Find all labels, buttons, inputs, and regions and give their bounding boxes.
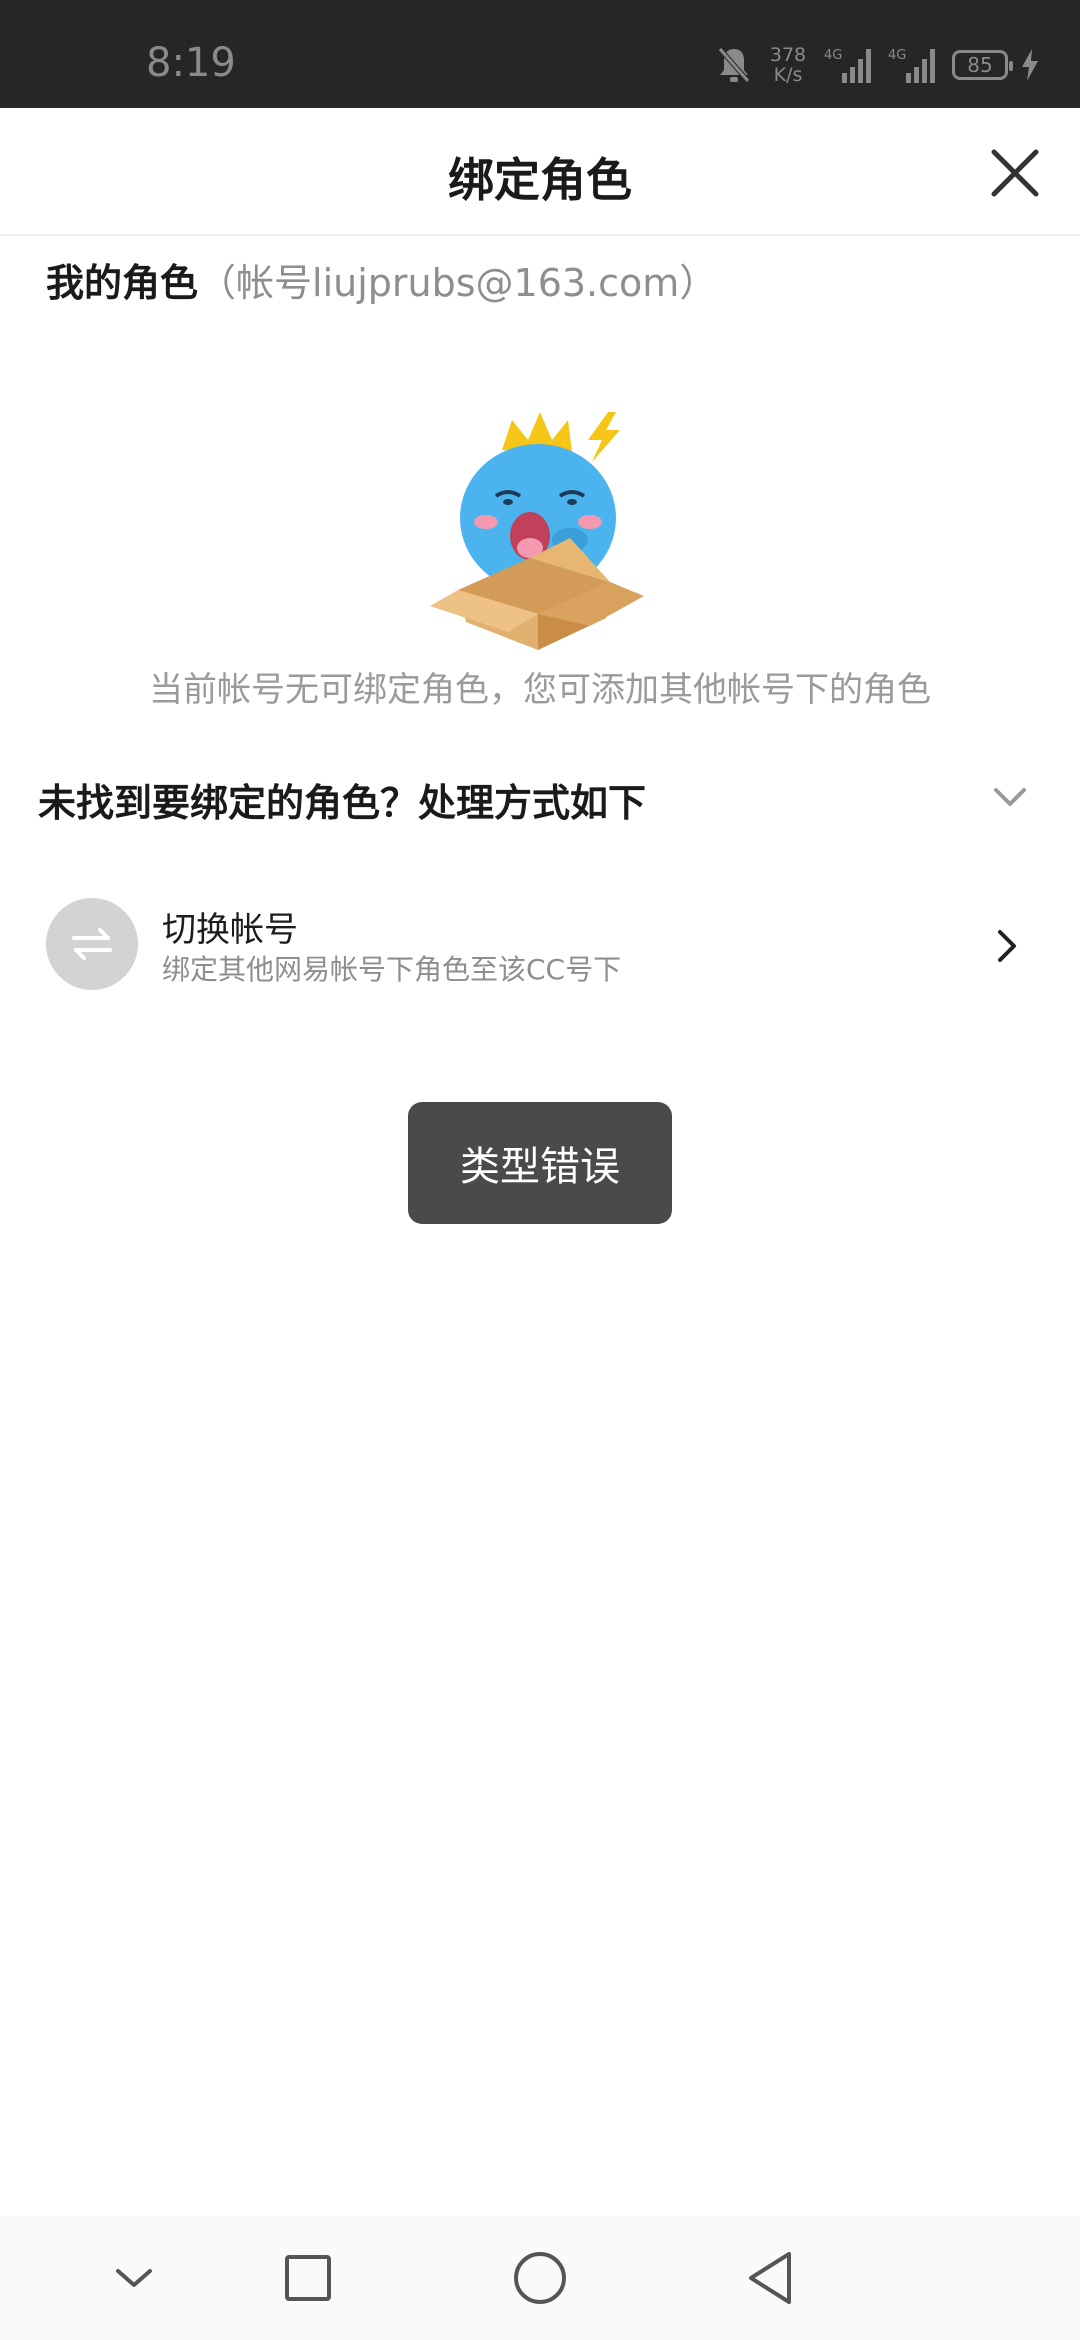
nav-back-button[interactable] [738,2246,802,2310]
empty-box-mascot [420,400,660,650]
switch-account-title: 切换帐号 [162,910,298,950]
nav-recents-button[interactable] [276,2246,340,2310]
switch-account-icon [46,898,138,990]
signal-icon: 4G [888,45,940,85]
signal-1-label: 4G [824,48,842,63]
status-bar: 8:19 378 K/s 4G 4G 85 [0,0,1080,108]
net-speed-value: 378 [769,44,807,66]
circle-icon [514,2252,566,2304]
toast: 类型错误 [408,1102,672,1224]
empty-state-message: 当前帐号无可绑定角色，您可添加其他帐号下的角色 [149,670,931,710]
page-title: 绑定角色 [448,153,632,207]
bell-off-icon [716,45,752,85]
switch-account-row[interactable]: 切换帐号 绑定其他网易帐号下角色至该CC号下 [0,880,1080,1010]
expand-toggle[interactable] [990,782,1030,812]
close-button[interactable] [986,144,1044,202]
triangle-back-icon [749,2252,791,2304]
signal-icon: 4G [824,45,876,85]
system-nav-bar [0,2216,1080,2340]
battery-icon: 85 [952,50,1013,80]
battery-level: 85 [967,53,993,77]
account-info: （帐号liujprubs@163.com） [198,261,718,305]
nav-collapse-button[interactable] [102,2246,166,2310]
toast-message: 类型错误 [460,1144,620,1190]
charging-icon [1020,47,1040,83]
my-roles-heading: 我的角色（帐号liujprubs@163.com） [46,252,717,307]
swap-icon [72,928,112,960]
status-icons: 378 K/s 4G 4G 85 [716,40,1040,90]
status-time: 8:19 [146,40,236,86]
chevron-down-icon [994,788,1026,806]
help-section-title[interactable]: 未找到要绑定的角色？处理方式如下 [38,772,646,827]
chevron-down-icon [116,2269,152,2287]
my-roles-label: 我的角色 [46,261,199,305]
header: 绑定角色 [0,108,1080,236]
switch-account-subtitle: 绑定其他网易帐号下角色至该CC号下 [162,953,622,986]
signal-2-label: 4G [888,48,906,63]
chevron-right-icon [994,926,1020,966]
close-icon [991,149,1039,197]
square-icon [285,2255,331,2301]
nav-home-button[interactable] [508,2246,572,2310]
net-speed: 378 K/s [764,45,812,85]
net-speed-unit: K/s [773,64,803,86]
